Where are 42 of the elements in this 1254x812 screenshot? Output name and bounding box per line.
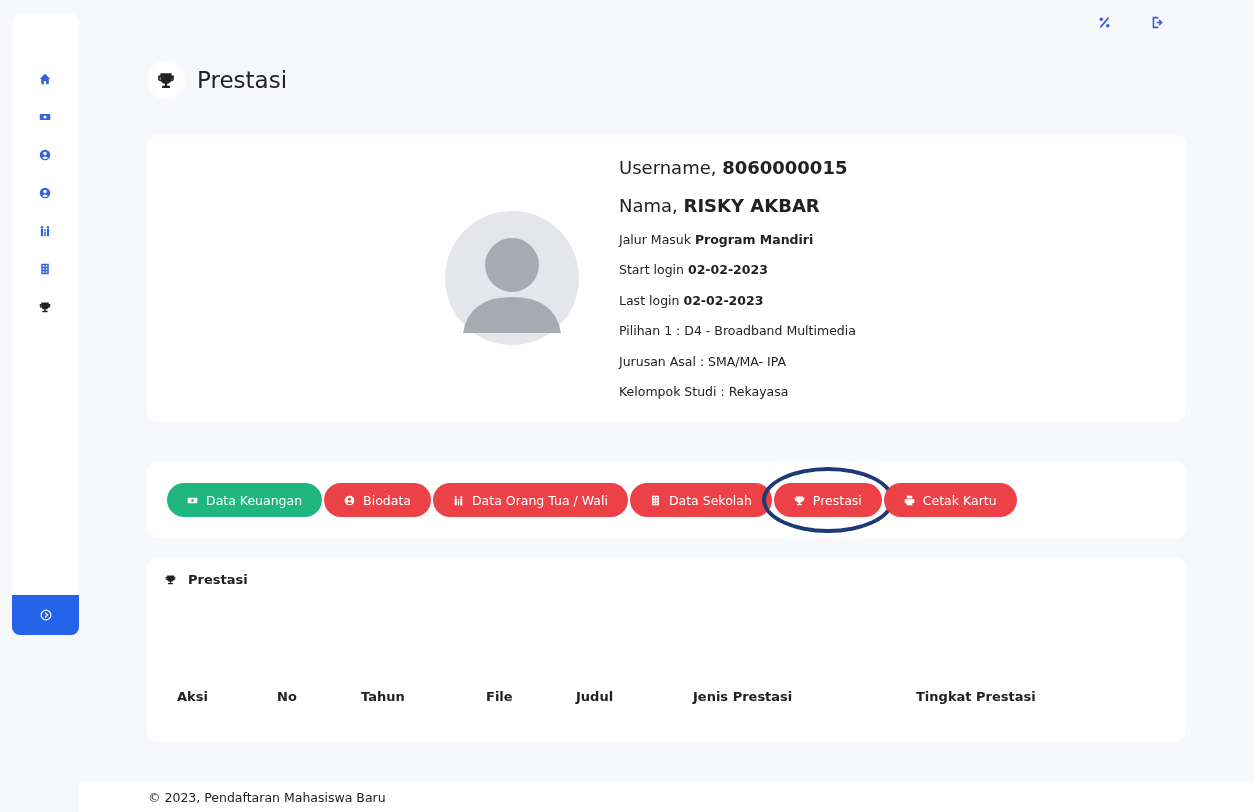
username-text: Username, 8060000015 bbox=[619, 155, 849, 180]
money-button[interactable]: Data Keuangan bbox=[167, 483, 323, 517]
profile-detail: Last login 02-02-2023 bbox=[619, 291, 765, 310]
sidebar-building-icon[interactable] bbox=[39, 263, 51, 275]
sidebar-trophy-icon[interactable] bbox=[39, 301, 51, 313]
profile-detail: Start login 02-02-2023 bbox=[619, 261, 769, 279]
profile-detail: Pilihan 1 : D4 - Broadband Multimedia bbox=[619, 322, 856, 340]
column-header: File bbox=[486, 689, 514, 704]
chevron-right-icon bbox=[39, 609, 52, 621]
section-title: Prestasi bbox=[188, 572, 248, 587]
name-text: Nama, RISKY AKBAR bbox=[619, 193, 821, 218]
copyright-text: © 2023, Pendaftaran Mahasiswa Baru bbox=[148, 789, 386, 805]
printer-button[interactable]: Cetak Kartu bbox=[883, 483, 1017, 517]
logout-icon[interactable] bbox=[1151, 15, 1164, 29]
profile-detail: Jalur Masuk Program Mandiri bbox=[619, 230, 815, 249]
user-icon bbox=[344, 494, 356, 506]
building-icon bbox=[649, 494, 661, 506]
sidebar-money-icon[interactable] bbox=[39, 111, 51, 123]
sidebar-user-icon[interactable] bbox=[39, 149, 51, 161]
trophy-button[interactable]: Prestasi bbox=[773, 483, 882, 517]
column-header: No bbox=[277, 689, 298, 704]
column-header: Aksi bbox=[177, 689, 209, 704]
family-button[interactable]: Data Orang Tua / Wali bbox=[432, 483, 628, 517]
trophy-icon bbox=[165, 574, 176, 585]
family-icon bbox=[452, 494, 464, 506]
sidebar-home-icon[interactable] bbox=[39, 73, 51, 85]
trophy-icon bbox=[793, 494, 805, 506]
sidebar-family-icon[interactable] bbox=[39, 225, 51, 237]
printer-icon bbox=[903, 494, 915, 506]
column-header: Tingkat Prestasi bbox=[916, 689, 1037, 704]
column-header: Jenis Prestasi bbox=[693, 689, 794, 704]
sidebar-toggle-button[interactable] bbox=[12, 595, 79, 635]
page-title: Prestasi bbox=[197, 67, 288, 93]
column-header: Judul bbox=[576, 689, 615, 704]
building-button[interactable]: Data Sekolah bbox=[629, 483, 772, 517]
profile-detail: Jurusan Asal : SMA/MA- IPA bbox=[619, 352, 788, 371]
profile-detail: Kelompok Studi : Rekayasa bbox=[619, 383, 790, 401]
sidebar-user-icon[interactable] bbox=[39, 187, 51, 199]
user-button[interactable]: Biodata bbox=[324, 483, 431, 517]
trophy-icon bbox=[147, 61, 185, 99]
percent-icon[interactable] bbox=[1098, 15, 1111, 29]
column-header: Tahun bbox=[361, 689, 406, 704]
